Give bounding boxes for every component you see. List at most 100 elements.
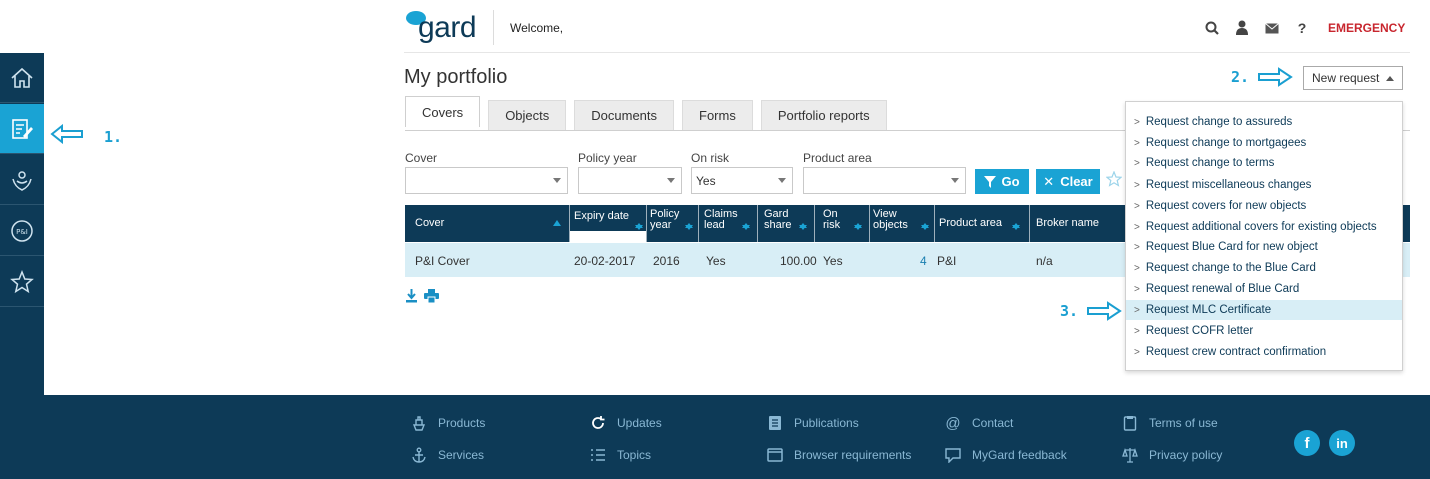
on-risk-select[interactable]: Yes bbox=[691, 167, 793, 194]
cell-view-objects[interactable]: 4 bbox=[920, 254, 927, 268]
footer-label: Products bbox=[438, 416, 486, 430]
sidebar-item-pi[interactable]: P&I bbox=[0, 206, 44, 256]
download-icon[interactable] bbox=[405, 289, 418, 303]
menu-item-change-terms[interactable]: > Request change to terms bbox=[1126, 153, 1402, 173]
footer-link-contact[interactable]: @ Contact bbox=[944, 414, 1013, 432]
footer-link-privacy[interactable]: Privacy policy bbox=[1121, 446, 1222, 464]
page-title: My portfolio bbox=[404, 66, 508, 88]
cell-expiry-date: 20-02-2017 bbox=[574, 254, 636, 268]
menu-item-cofr-letter[interactable]: > Request COFR letter bbox=[1126, 321, 1402, 341]
chevron-down-icon bbox=[951, 178, 959, 183]
menu-item-change-assureds[interactable]: > Request change to assureds bbox=[1126, 112, 1402, 132]
linkedin-icon[interactable]: in bbox=[1329, 430, 1355, 456]
menu-item-label: Request MLC Certificate bbox=[1145, 304, 1272, 316]
chevron-right-icon: > bbox=[1134, 116, 1140, 128]
annotation-arrow-1 bbox=[50, 124, 83, 144]
print-icon[interactable] bbox=[424, 289, 439, 303]
tab-portfolio-reports[interactable]: Portfolio reports bbox=[760, 100, 887, 130]
mail-icon[interactable] bbox=[1264, 20, 1280, 36]
menu-item-renew-blue-card[interactable]: > Request renewal of Blue Card bbox=[1126, 279, 1402, 299]
gard-logo[interactable]: gard bbox=[404, 8, 484, 48]
menu-item-misc-changes[interactable]: > Request miscellaneous changes bbox=[1126, 175, 1402, 195]
header-divider bbox=[646, 205, 647, 242]
annotation-1: 1. bbox=[104, 128, 123, 146]
refresh-icon bbox=[589, 414, 607, 432]
th-product-area[interactable]: Product area bbox=[939, 218, 1002, 229]
th-cover[interactable]: Cover bbox=[415, 218, 444, 229]
footer-link-feedback[interactable]: MyGard feedback bbox=[944, 446, 1067, 464]
footer-link-topics[interactable]: Topics bbox=[589, 446, 651, 464]
th-on-risk[interactable]: On risk bbox=[823, 209, 845, 231]
menu-item-change-mortgagees[interactable]: > Request change to mortgagees bbox=[1126, 133, 1402, 153]
policy-year-filter-label: Policy year bbox=[578, 151, 637, 165]
tab-forms[interactable]: Forms bbox=[682, 100, 753, 130]
footer-link-publications[interactable]: Publications bbox=[766, 414, 859, 432]
footer-label: Services bbox=[438, 448, 485, 462]
header-divider bbox=[757, 205, 758, 242]
th-expiry-date[interactable]: Expiry date bbox=[574, 211, 636, 222]
clear-button[interactable]: ✕ Clear bbox=[1036, 169, 1100, 194]
chevron-right-icon: > bbox=[1134, 325, 1140, 337]
sort-icon bbox=[742, 223, 750, 230]
cell-cover[interactable]: P&I Cover bbox=[415, 254, 470, 268]
go-label: Go bbox=[1001, 174, 1020, 189]
chevron-right-icon: > bbox=[1134, 200, 1140, 212]
chevron-right-icon: > bbox=[1134, 304, 1140, 316]
footer-link-services[interactable]: Services bbox=[410, 446, 484, 464]
menu-item-label: Request miscellaneous changes bbox=[1145, 179, 1312, 191]
policy-year-select[interactable] bbox=[578, 167, 682, 194]
cover-select[interactable] bbox=[405, 167, 568, 194]
chevron-right-icon: > bbox=[1134, 157, 1140, 169]
cell-policy-year: 2016 bbox=[653, 254, 680, 268]
annotation-arrow-3 bbox=[1087, 301, 1122, 321]
chevron-right-icon: > bbox=[1134, 283, 1140, 295]
menu-item-label: Request change to mortgagees bbox=[1145, 137, 1307, 149]
header-divider bbox=[934, 205, 935, 242]
footer-link-terms[interactable]: Terms of use bbox=[1121, 414, 1218, 432]
facebook-icon[interactable]: f bbox=[1294, 430, 1320, 456]
help-icon[interactable]: ? bbox=[1294, 20, 1310, 36]
product-area-select[interactable] bbox=[803, 167, 966, 194]
new-request-button[interactable]: New request bbox=[1303, 66, 1403, 90]
header-divider bbox=[1029, 205, 1030, 242]
chevron-right-icon: > bbox=[1134, 137, 1140, 149]
footer-link-browser-requirements[interactable]: Browser requirements bbox=[766, 446, 911, 464]
header-divider bbox=[814, 205, 815, 242]
tab-covers[interactable]: Covers bbox=[405, 96, 481, 127]
go-button[interactable]: Go bbox=[975, 169, 1029, 194]
menu-item-label: Request change to the Blue Card bbox=[1145, 262, 1316, 274]
tab-documents[interactable]: Documents bbox=[574, 100, 675, 130]
menu-item-crew-contract[interactable]: > Request crew contract confirmation bbox=[1126, 342, 1402, 362]
th-claims-lead[interactable]: Claims lead bbox=[704, 209, 740, 231]
on-risk-value: Yes bbox=[696, 174, 716, 188]
sort-asc-icon bbox=[553, 220, 561, 226]
sidebar-item-favorites[interactable] bbox=[0, 257, 44, 307]
menu-item-mlc-certificate[interactable]: > Request MLC Certificate bbox=[1126, 300, 1402, 320]
sidebar-item-care[interactable] bbox=[0, 155, 44, 205]
sidebar-item-portfolio[interactable] bbox=[0, 104, 44, 154]
footer-label: Publications bbox=[794, 416, 859, 430]
chevron-right-icon: > bbox=[1134, 179, 1140, 191]
user-icon[interactable] bbox=[1234, 20, 1250, 36]
sidebar-item-home[interactable] bbox=[0, 53, 44, 103]
sort-icon bbox=[799, 223, 807, 230]
menu-item-label: Request change to terms bbox=[1145, 157, 1275, 169]
emergency-link[interactable]: EMERGENCY bbox=[1328, 21, 1405, 35]
search-icon[interactable] bbox=[1204, 20, 1220, 36]
th-view-objects[interactable]: View objects bbox=[873, 209, 915, 231]
tab-objects[interactable]: Objects bbox=[488, 100, 567, 130]
th-gard-share[interactable]: Gard share bbox=[764, 209, 798, 231]
footer-link-updates[interactable]: Updates bbox=[589, 414, 662, 432]
footer-link-products[interactable]: Products bbox=[410, 414, 485, 432]
th-policy-year[interactable]: Policy year bbox=[650, 209, 684, 231]
chevron-right-icon: > bbox=[1134, 262, 1140, 274]
menu-item-additional-covers[interactable]: > Request additional covers for existing … bbox=[1126, 217, 1402, 237]
menu-item-covers-new-objects[interactable]: > Request covers for new objects bbox=[1126, 196, 1402, 216]
new-request-label: New request bbox=[1312, 71, 1380, 85]
th-broker-name[interactable]: Broker name bbox=[1036, 218, 1099, 229]
favorite-star-icon[interactable] bbox=[1106, 171, 1122, 187]
menu-item-blue-card-new[interactable]: > Request Blue Card for new object bbox=[1126, 237, 1402, 257]
menu-item-change-blue-card[interactable]: > Request change to the Blue Card bbox=[1126, 258, 1402, 278]
welcome-text: Welcome, bbox=[510, 21, 564, 35]
footer-label: Contact bbox=[972, 416, 1014, 430]
